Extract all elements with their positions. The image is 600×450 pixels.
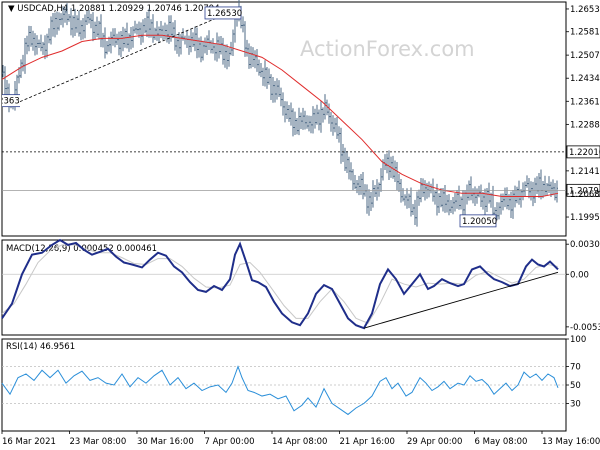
x-tick-label: 16 Mar 2021 <box>2 437 56 447</box>
high-marker-label: 1.26530 <box>207 9 242 19</box>
symbol-header: ▼ USDCAD,H4 1.20881 1.20929 1.20746 1.20… <box>8 4 220 14</box>
rsi-y-tick-label: 50 <box>570 381 581 391</box>
level-label: 1.22010 <box>569 148 600 158</box>
macd-panel: MACD(12,26,9) 0.000452 0.0004610.0030720… <box>1 238 600 336</box>
y-tick-label: 1.1995 <box>570 213 600 223</box>
rsi-panel: RSI(14) 46.9561 100 70 50 30 <box>1 335 586 432</box>
macd-y-tick-label: 0.003072 <box>570 240 600 250</box>
time-axis: 16 Mar 2021 23 Mar 08:00 30 Mar 16:00 7 Apr… <box>1 431 600 447</box>
rsi-y-tick-label: 30 <box>570 399 581 409</box>
y-tick-label: 1.2361 <box>570 97 600 107</box>
y-tick-label: 1.2581 <box>570 28 600 38</box>
y-tick-label: 1.2288 <box>570 120 600 130</box>
x-tick-label: 7 Apr 00:00 <box>205 437 255 447</box>
x-tick-label: 29 Apr 00:00 <box>407 437 462 447</box>
x-tick-label: 14 Apr 08:00 <box>272 437 327 447</box>
y-tick-label: 1.2507 <box>570 51 600 61</box>
y-tick-label: 1.2653 <box>570 5 600 15</box>
x-tick-label: 6 May 08:00 <box>475 437 528 447</box>
price-panel: ActionForex.com ▼ USDCAD,H4 1.20881 1.209… <box>0 0 600 237</box>
rsi-y-tick-label: 100 <box>570 335 586 345</box>
rsi-y-tick-label: 70 <box>570 363 581 373</box>
y-tick-label: 1.2434 <box>570 74 600 84</box>
low-marker-label: 1.20050 <box>462 217 497 227</box>
y-tick-label: 1.2141 <box>570 167 600 177</box>
y-tick-label: 1.2068 <box>570 190 600 200</box>
watermark: ActionForex.com <box>300 37 475 61</box>
low-marker-label-left: 1.2363 <box>0 97 20 107</box>
macd-y-tick-label: -0.005369 <box>570 323 600 333</box>
x-tick-label: 21 Apr 16:00 <box>340 437 395 447</box>
x-tick-label: 13 May 16:00 <box>542 437 600 447</box>
panel-frame <box>1 239 567 336</box>
x-tick-label: 23 Mar 08:00 <box>70 437 127 447</box>
x-tick-label: 30 Mar 16:00 <box>137 437 194 447</box>
macd-y-tick-label: 0.00 <box>570 270 589 280</box>
forex-chart: ActionForex.com ▼ USDCAD,H4 1.20881 1.209… <box>0 0 600 447</box>
rsi-header: RSI(14) 46.9561 <box>6 342 75 352</box>
